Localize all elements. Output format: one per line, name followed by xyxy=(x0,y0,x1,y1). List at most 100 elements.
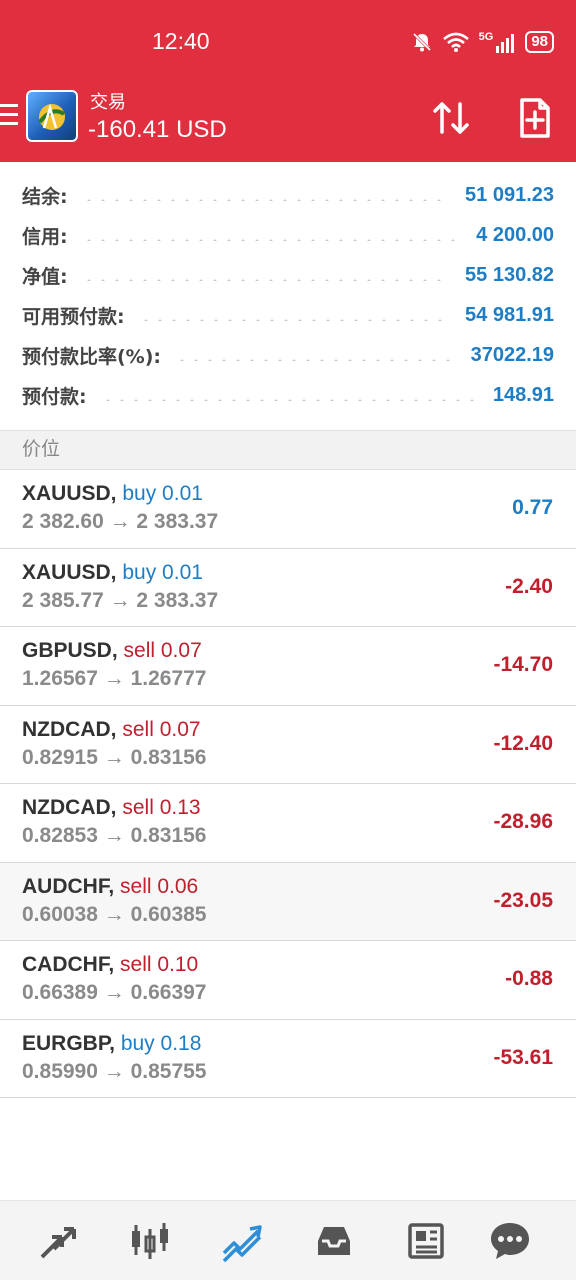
position-side: sell 0.06 xyxy=(120,874,199,898)
position-side: sell 0.07 xyxy=(122,717,201,741)
summary-row-margin: 预付款: 148.91 xyxy=(22,375,554,415)
dot-leader xyxy=(138,319,452,321)
position-title: EURGBP, buy 0.18 xyxy=(22,1032,201,1056)
new-order-icon[interactable] xyxy=(510,94,558,142)
position-profit: -2.40 xyxy=(505,574,553,598)
position-title: AUDCHF, sell 0.06 xyxy=(22,875,198,899)
position-side: sell 0.10 xyxy=(120,953,199,976)
status-icons: 5G 98 xyxy=(411,30,554,54)
network-type: 5G xyxy=(478,31,494,43)
position-profit: -53.61 xyxy=(493,1045,553,1069)
app-header: 交易 -160.41 USD xyxy=(0,80,576,162)
summary-value: 55 130.82 xyxy=(465,263,554,286)
position-row[interactable]: NZDCAD, sell 0.07 0.82915 → 0.83156 -12.40 xyxy=(0,705,576,784)
summary-label: 结余: xyxy=(22,185,68,208)
position-side: sell 0.13 xyxy=(122,796,201,819)
position-symbol: GBPUSD, xyxy=(22,639,118,662)
position-profit: -28.96 xyxy=(493,810,553,833)
position-symbol: NZDCAD, xyxy=(22,717,117,741)
position-symbol: EURGBP, xyxy=(22,1031,115,1055)
position-title: NZDCAD, sell 0.07 xyxy=(22,718,201,742)
position-prices: 2 385.77 → 2 383.37 xyxy=(22,588,219,612)
position-title: XAUUSD, buy 0.01 xyxy=(22,561,203,585)
position-symbol: CADCHF, xyxy=(22,953,115,976)
position-prices: 0.66389 → 0.66397 xyxy=(22,981,207,1004)
header-title: 交易 xyxy=(90,92,126,113)
summary-row-free-margin: 可用预付款: 54 981.91 xyxy=(22,295,554,335)
position-prices: 0.85990 → 0.85755 xyxy=(22,1059,207,1083)
dot-leader xyxy=(100,399,479,401)
position-symbol: XAUUSD, xyxy=(22,482,117,505)
position-prices: 2 382.60 → 2 383.37 xyxy=(22,510,219,533)
messages-icon[interactable] xyxy=(488,1219,532,1263)
menu-icon[interactable] xyxy=(0,104,18,130)
trade-icon[interactable] xyxy=(220,1219,264,1263)
summary-value: 54 981.91 xyxy=(465,303,554,326)
position-side: buy 0.18 xyxy=(120,1031,202,1055)
position-row[interactable]: XAUUSD, buy 0.01 2 385.77 → 2 383.37 -2.40 xyxy=(0,548,576,627)
battery-indicator: 98 xyxy=(525,31,554,53)
position-prices: 0.60038 → 0.60385 xyxy=(22,902,207,926)
position-row[interactable]: NZDCAD, sell 0.13 0.82853 → 0.83156 -28.96 xyxy=(0,784,576,863)
summary-label: 信用: xyxy=(22,225,68,248)
position-row[interactable]: XAUUSD, buy 0.01 2 382.60 → 2 383.37 0.77 xyxy=(0,470,576,549)
summary-row-credit: 信用: 4 200.00 xyxy=(22,215,554,255)
position-row[interactable]: EURGBP, buy 0.18 0.85990 → 0.85755 -53.61 xyxy=(0,1019,576,1098)
dot-leader xyxy=(81,279,452,281)
position-side: sell 0.07 xyxy=(123,639,202,662)
news-icon[interactable] xyxy=(404,1219,448,1263)
position-row[interactable]: CADCHF, sell 0.10 0.66389 → 0.66397 -0.88 xyxy=(0,941,576,1020)
position-symbol: XAUUSD, xyxy=(22,560,117,584)
position-profit: -14.70 xyxy=(493,653,553,676)
position-title: GBPUSD, sell 0.07 xyxy=(22,639,202,663)
summary-label: 可用预付款: xyxy=(22,305,125,328)
summary-row-balance: 结余: 51 091.23 xyxy=(22,175,554,215)
app-logo[interactable] xyxy=(26,90,78,142)
section-header-positions: 价位 xyxy=(0,430,576,470)
signal-indicator: 5G xyxy=(479,31,516,53)
status-time: 12:40 xyxy=(152,28,210,54)
top-bar: 12:40 5G 98 交易 -160.41 USD xyxy=(0,0,576,162)
signal-icon xyxy=(496,34,515,53)
position-prices: 0.82915 → 0.83156 xyxy=(22,745,207,769)
position-profit: -0.88 xyxy=(505,967,553,990)
summary-row-equity: 净值: 55 130.82 xyxy=(22,255,554,295)
position-symbol: NZDCAD, xyxy=(22,796,117,819)
summary-value: 4 200.00 xyxy=(476,223,554,246)
dot-leader xyxy=(81,199,452,201)
summary-value: 37022.19 xyxy=(470,343,554,366)
position-side: buy 0.01 xyxy=(122,482,203,505)
summary-row-margin-level: 预付款比率(%): 37022.19 xyxy=(22,335,554,375)
summary-label: 预付款比率(%): xyxy=(22,345,162,368)
header-profit: -160.41 USD xyxy=(88,116,227,143)
mute-bell-icon xyxy=(412,32,431,52)
position-profit: 0.77 xyxy=(512,496,553,519)
dot-leader xyxy=(81,239,463,241)
position-row[interactable]: GBPUSD, sell 0.07 1.26567 → 1.26777 -14.70 xyxy=(0,627,576,706)
summary-value: 51 091.23 xyxy=(465,183,554,206)
position-prices: 0.82853 → 0.83156 xyxy=(22,824,207,847)
position-profit: -12.40 xyxy=(493,731,553,755)
position-title: CADCHF, sell 0.10 xyxy=(22,953,198,977)
position-side: buy 0.01 xyxy=(122,560,203,584)
sort-icon[interactable] xyxy=(428,94,476,142)
position-title: XAUUSD, buy 0.01 xyxy=(22,482,203,506)
dot-leader xyxy=(175,359,457,361)
position-symbol: AUDCHF, xyxy=(22,874,115,898)
positions-list: XAUUSD, buy 0.01 2 382.60 → 2 383.37 0.77 X… xyxy=(0,470,576,1098)
summary-label: 净值: xyxy=(22,265,68,288)
summary-value: 148.91 xyxy=(492,383,554,406)
status-bar: 12:40 5G 98 xyxy=(0,0,576,80)
account-summary: 结余: 51 091.23 信用: 4 200.00 净值: 55 130.82… xyxy=(0,162,576,430)
wifi-icon xyxy=(442,32,469,52)
position-prices: 1.26567 → 1.26777 xyxy=(22,667,207,690)
position-title: NZDCAD, sell 0.13 xyxy=(22,796,201,820)
quotes-icon[interactable] xyxy=(36,1219,80,1263)
position-profit: -23.05 xyxy=(493,888,553,912)
chart-icon[interactable] xyxy=(128,1219,172,1263)
history-icon[interactable] xyxy=(312,1219,356,1263)
logo-icon xyxy=(38,103,66,130)
summary-label: 预付款: xyxy=(22,385,87,408)
bottom-nav xyxy=(0,1200,576,1280)
position-row[interactable]: AUDCHF, sell 0.06 0.60038 → 0.60385 -23.05 xyxy=(0,862,576,941)
